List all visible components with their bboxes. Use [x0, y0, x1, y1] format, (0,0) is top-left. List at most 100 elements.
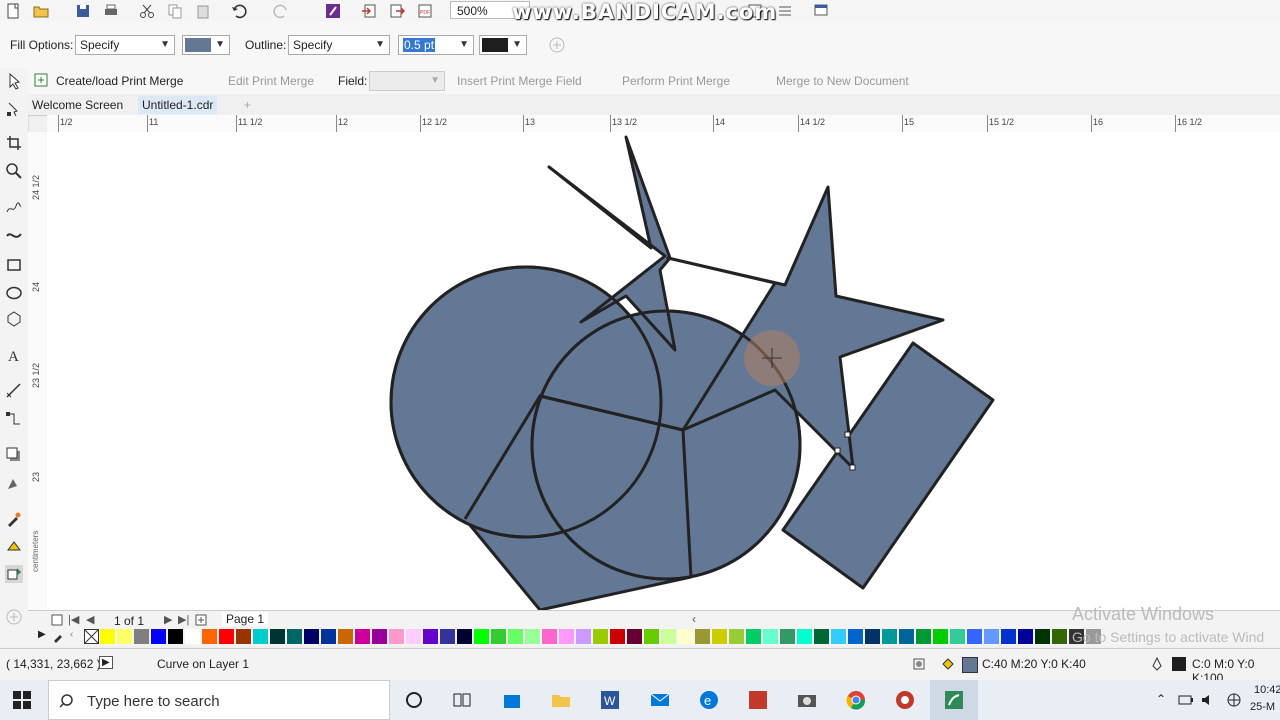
palette-swatch[interactable] [712, 629, 727, 644]
palette-swatch[interactable] [321, 629, 336, 644]
add-tool-icon[interactable] [5, 608, 23, 626]
palette-swatch[interactable] [916, 629, 931, 644]
palette-swatch[interactable] [117, 629, 132, 644]
play-icon[interactable]: ▶ [99, 656, 113, 669]
outline-width-field[interactable]: 0.5 pt ▼ [398, 35, 474, 55]
store-icon[interactable] [500, 688, 524, 712]
mail-icon[interactable] [648, 688, 672, 712]
palette-swatch[interactable] [593, 629, 608, 644]
shape-tool-icon[interactable] [5, 100, 23, 118]
palette-swatch[interactable] [372, 629, 387, 644]
palette-swatch[interactable] [933, 629, 948, 644]
palette-swatch[interactable] [525, 629, 540, 644]
palette-swatch[interactable] [610, 629, 625, 644]
vertical-ruler[interactable]: centimeters 24 1/2 24 23 1/2 23 [28, 132, 48, 610]
palette-swatch[interactable] [270, 629, 285, 644]
connector-tool-icon[interactable] [5, 410, 23, 428]
coreldraw-taskbar-button[interactable] [930, 680, 978, 720]
new-tab-button[interactable]: + [240, 96, 255, 114]
palette-swatch[interactable] [406, 629, 421, 644]
fill-options-dropdown[interactable]: Specify ▼ [75, 35, 175, 55]
palette-swatch[interactable] [542, 629, 557, 644]
horizontal-ruler[interactable]: 1/2 11 11 1/2 12 12 1/2 13 13 1/2 14 14 1/2 15 15 … [47, 115, 1280, 133]
create-load-print-merge-button[interactable]: Create/load Print Merge [56, 73, 183, 89]
palette-swatch[interactable] [236, 629, 251, 644]
no-color-swatch[interactable] [84, 629, 99, 644]
palette-swatch[interactable] [168, 629, 183, 644]
palette-swatch[interactable] [678, 629, 693, 644]
drawing-svg[interactable] [47, 132, 1280, 610]
palette-swatch[interactable] [1035, 629, 1050, 644]
add-icon[interactable] [548, 36, 566, 54]
export-icon[interactable] [388, 2, 406, 20]
palette-scroll-left-icon[interactable]: ‹ [70, 629, 73, 640]
spss-icon[interactable] [746, 688, 770, 712]
palette-swatch[interactable] [644, 629, 659, 644]
tray-chevron-icon[interactable]: ⌃ [1156, 692, 1166, 706]
palette-swatch[interactable] [627, 629, 642, 644]
open-folder-icon[interactable] [32, 2, 50, 20]
palette-swatch[interactable] [950, 629, 965, 644]
edge-icon[interactable]: e [697, 688, 721, 712]
palette-swatch[interactable] [576, 629, 591, 644]
palette-swatch[interactable] [695, 629, 710, 644]
palette-swatch[interactable] [1001, 629, 1016, 644]
palette-swatch[interactable] [831, 629, 846, 644]
palette-swatch[interactable] [134, 629, 149, 644]
palette-swatch[interactable] [457, 629, 472, 644]
print-icon[interactable] [102, 2, 120, 20]
palette-swatch[interactable] [100, 629, 115, 644]
palette-swatch[interactable] [389, 629, 404, 644]
palette-swatch[interactable] [763, 629, 778, 644]
parallel-dimension-icon[interactable] [5, 382, 23, 400]
rectangle-tool-icon[interactable] [5, 256, 23, 274]
palette-swatch[interactable] [967, 629, 982, 644]
eyedropper-icon[interactable] [52, 629, 66, 643]
palette-swatch[interactable] [797, 629, 812, 644]
import-icon[interactable] [360, 2, 378, 20]
palette-swatch[interactable] [440, 629, 455, 644]
bandicam-icon[interactable] [893, 688, 917, 712]
drawing-canvas[interactable] [47, 132, 1280, 610]
redo-icon[interactable] [272, 2, 290, 20]
outline-dropdown[interactable]: Specify ▼ [288, 35, 390, 55]
interactive-fill-icon[interactable] [5, 538, 23, 556]
prev-page-button[interactable]: ◀ [86, 613, 94, 626]
zoom-tool-icon[interactable] [5, 162, 23, 180]
merge-to-new-document-button[interactable]: Merge to New Document [776, 73, 909, 89]
save-icon[interactable] [74, 2, 92, 20]
freehand-tool-icon[interactable] [5, 198, 23, 216]
transparency-tool-icon[interactable] [5, 474, 23, 492]
ellipse-tool-icon[interactable] [5, 284, 23, 302]
tab-untitled-1[interactable]: Untitled-1.cdr [138, 96, 218, 114]
pick-tool-icon[interactable] [5, 72, 23, 90]
publish-pdf-icon[interactable]: PDF [416, 2, 434, 20]
palette-swatch[interactable] [355, 629, 370, 644]
palette-swatch[interactable] [984, 629, 999, 644]
palette-swatch[interactable] [423, 629, 438, 644]
clock-time[interactable]: 10:42 [1254, 684, 1280, 696]
new-document-icon[interactable] [4, 2, 22, 20]
scroll-left-button[interactable]: ‹ [692, 612, 696, 626]
page-options-icon[interactable] [50, 613, 64, 627]
file-explorer-icon[interactable] [549, 688, 573, 712]
palette-swatch[interactable] [185, 629, 200, 644]
palette-swatch[interactable] [491, 629, 506, 644]
palette-swatch[interactable] [1018, 629, 1033, 644]
palette-swatch[interactable] [219, 629, 234, 644]
chrome-icon[interactable] [844, 688, 868, 712]
taskbar-search-box[interactable]: Type here to search [48, 680, 390, 720]
page-tab[interactable]: Page 1 [222, 612, 269, 626]
corel-connect-icon[interactable] [324, 2, 342, 20]
palette-swatch[interactable] [202, 629, 217, 644]
smart-fill-icon[interactable] [5, 565, 23, 583]
battery-icon[interactable] [1178, 692, 1194, 708]
field-dropdown[interactable]: ▼ [369, 71, 445, 91]
undo-icon[interactable] [230, 2, 248, 20]
word-icon[interactable]: W [598, 688, 622, 712]
palette-swatch[interactable] [338, 629, 353, 644]
palette-swatch[interactable] [848, 629, 863, 644]
outline-color-picker[interactable]: ▼ [479, 35, 527, 55]
palette-swatch[interactable] [814, 629, 829, 644]
language-icon[interactable] [1226, 692, 1242, 708]
